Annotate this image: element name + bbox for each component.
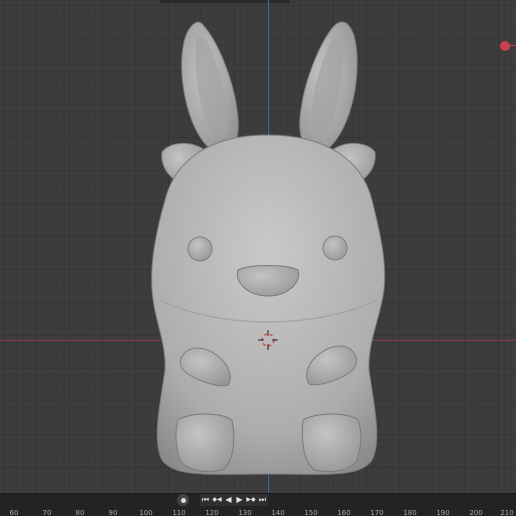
ruler-tick: 180 — [403, 509, 417, 516]
right-foot — [301, 413, 362, 473]
ruler-tick: 80 — [75, 509, 85, 516]
next-keyframe-icon[interactable]: ▶◆ — [245, 494, 257, 506]
left-ear — [181, 21, 239, 155]
frame-ruler[interactable]: 60 70 80 90 100 110 120 130 140 150 160 … — [0, 508, 516, 516]
ruler-tick: 110 — [172, 509, 186, 516]
ruler-tick: 90 — [108, 509, 118, 516]
left-foot — [175, 413, 235, 473]
keyframe-icon[interactable] — [177, 494, 189, 506]
jump-end-icon[interactable]: ⏭ — [257, 494, 268, 506]
ruler-tick: 100 — [139, 509, 153, 516]
ruler-tick: 160 — [337, 509, 351, 516]
left-eye — [187, 236, 213, 262]
ruler-tick: 130 — [238, 509, 252, 516]
play-icon[interactable]: ▶ — [234, 494, 245, 506]
timeline[interactable]: ⏮ ◆◀ ◀ ▶ ▶◆ ⏭ 60 70 80 90 100 110 120 13… — [0, 493, 516, 516]
keyframe-dot — [180, 497, 186, 503]
ruler-tick: 170 — [370, 509, 384, 516]
ruler-tick: 120 — [205, 509, 219, 516]
blender-editor: ⏮ ◆◀ ◀ ▶ ▶◆ ⏭ 60 70 80 90 100 110 120 13… — [0, 0, 516, 516]
3d-viewport[interactable] — [0, 0, 516, 493]
right-eye — [322, 235, 348, 261]
jump-start-icon[interactable]: ⏮ — [200, 494, 211, 506]
ruler-tick: 70 — [42, 509, 52, 516]
playback-controls: ⏮ ◆◀ ◀ ▶ ▶◆ ⏭ — [177, 494, 268, 506]
ruler-tick: 140 — [271, 509, 285, 516]
play-reverse-icon[interactable]: ◀ — [223, 494, 234, 506]
ruler-tick: 150 — [304, 509, 318, 516]
ruler-tick: 200 — [469, 509, 483, 516]
ruler-tick: 210 — [500, 509, 514, 516]
ruler-tick: 190 — [436, 509, 450, 516]
3d-cursor-icon[interactable] — [258, 330, 278, 350]
bunny-model[interactable] — [0, 0, 516, 493]
ruler-tick: 60 — [9, 509, 19, 516]
right-ear — [299, 21, 358, 154]
prev-keyframe-icon[interactable]: ◆◀ — [211, 494, 223, 506]
